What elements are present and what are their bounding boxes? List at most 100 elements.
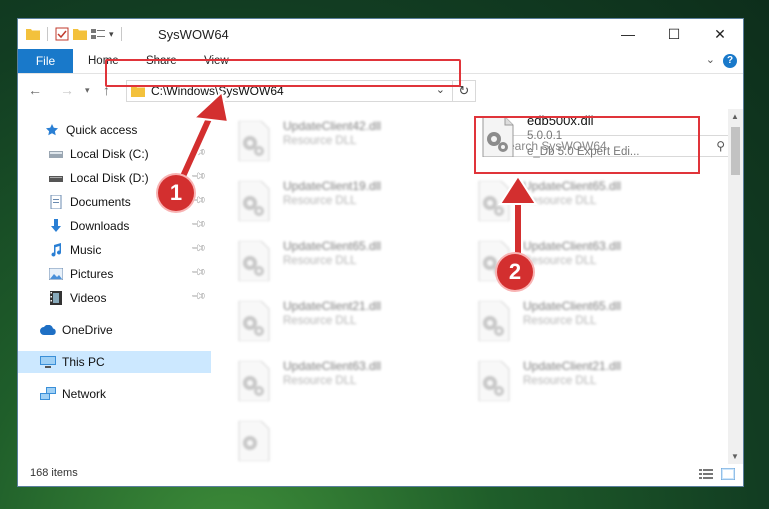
sidebar-item-label: Videos bbox=[70, 291, 107, 305]
file-name: UpdateClient42.dll bbox=[283, 119, 382, 133]
scroll-up-icon[interactable]: ▲ bbox=[731, 112, 739, 121]
sidebar-item-label: Quick access bbox=[66, 123, 138, 137]
status-bar: 168 items bbox=[18, 464, 743, 486]
dll-file-icon bbox=[238, 241, 270, 281]
sidebar-item-this-pc[interactable]: This PC bbox=[18, 351, 211, 373]
file-name: UpdateClient63.dll bbox=[283, 359, 382, 373]
item-count: 168 items bbox=[30, 467, 78, 479]
folder-icon[interactable] bbox=[26, 28, 40, 40]
file-highlight bbox=[474, 116, 700, 174]
pin-icon[interactable]: 📌︎ bbox=[190, 264, 207, 281]
network-icon bbox=[40, 387, 56, 401]
pin-icon[interactable]: 📌︎ bbox=[190, 288, 207, 305]
file-name: UpdateClient63.dll bbox=[523, 239, 622, 253]
file-type: Resource DLL bbox=[283, 255, 357, 267]
drive-icon bbox=[48, 171, 64, 185]
file-type: Resource DLL bbox=[523, 195, 597, 207]
new-folder-icon[interactable] bbox=[73, 28, 87, 40]
recent-locations-icon[interactable]: ▾ bbox=[85, 85, 90, 96]
sidebar-item-label: Documents bbox=[70, 195, 131, 209]
sidebar-item-label: OneDrive bbox=[62, 323, 113, 337]
navigation-pane: Quick access Local Disk (C:) 📌︎ Local Di… bbox=[18, 109, 211, 464]
step-badge-1: 1 bbox=[158, 175, 194, 211]
dll-file-icon bbox=[478, 181, 510, 221]
sidebar-item-label: Downloads bbox=[70, 219, 130, 233]
help-icon[interactable]: ? bbox=[723, 54, 737, 68]
sidebar-item-label: Music bbox=[70, 243, 102, 257]
file-name: UpdateClient65.dll bbox=[523, 179, 622, 193]
file-item[interactable]: UpdateClient19.dll Resource DLL bbox=[221, 175, 451, 225]
file-type: Resource DLL bbox=[523, 255, 597, 267]
sidebar-item-label: Local Disk (C:) bbox=[70, 147, 149, 161]
documents-icon bbox=[48, 195, 64, 209]
music-icon bbox=[48, 243, 64, 257]
sidebar-item-videos[interactable]: Videos 📌︎ bbox=[18, 287, 211, 309]
address-bar-highlight bbox=[105, 59, 461, 87]
dll-file-icon bbox=[238, 121, 270, 161]
pin-icon[interactable]: 📌︎ bbox=[190, 168, 207, 185]
dll-file-icon bbox=[238, 421, 270, 461]
pin-icon[interactable]: 📌︎ bbox=[190, 216, 207, 233]
window-title: SysWOW64 bbox=[158, 27, 229, 42]
sidebar-item-pictures[interactable]: Pictures 📌︎ bbox=[18, 263, 211, 285]
file-item[interactable]: UpdateClient63.dll Resource DLL bbox=[461, 235, 691, 285]
forward-arrow-icon[interactable]: → bbox=[60, 82, 74, 98]
pictures-icon bbox=[48, 267, 64, 281]
back-arrow-icon[interactable]: ← bbox=[28, 82, 42, 98]
sidebar-item-local-disk-c[interactable]: Local Disk (C:) 📌︎ bbox=[18, 143, 211, 165]
customize-icon[interactable] bbox=[91, 28, 105, 40]
sidebar-item-quick-access[interactable]: Quick access bbox=[18, 119, 211, 141]
minimize-button[interactable]: — bbox=[605, 19, 651, 49]
dll-file-icon bbox=[478, 301, 510, 341]
file-type: Resource DLL bbox=[523, 315, 597, 327]
toolbar-separator bbox=[120, 27, 122, 41]
sidebar-item-music[interactable]: Music 📌︎ bbox=[18, 239, 211, 261]
dll-file-icon bbox=[238, 181, 270, 221]
file-item[interactable] bbox=[221, 415, 451, 461]
file-item[interactable]: UpdateClient65.dll Resource DLL bbox=[221, 235, 451, 285]
file-name: UpdateClient65.dll bbox=[283, 239, 382, 253]
file-type: Resource DLL bbox=[283, 195, 357, 207]
file-type: Resource DLL bbox=[523, 375, 597, 387]
file-name: UpdateClient19.dll bbox=[283, 179, 382, 193]
tab-file[interactable]: File bbox=[18, 49, 73, 73]
vertical-scrollbar[interactable]: ▲ ▼ bbox=[728, 109, 743, 464]
file-item[interactable]: UpdateClient21.dll Resource DLL bbox=[221, 295, 451, 345]
cloud-icon bbox=[40, 323, 56, 337]
sidebar-item-onedrive[interactable]: OneDrive bbox=[18, 319, 211, 341]
file-item[interactable]: UpdateClient42.dll Resource DLL bbox=[221, 115, 451, 165]
scroll-down-icon[interactable]: ▼ bbox=[731, 452, 739, 461]
sidebar-item-label: Pictures bbox=[70, 267, 114, 281]
computer-icon bbox=[40, 355, 56, 369]
file-name: UpdateClient21.dll bbox=[523, 359, 622, 373]
expand-ribbon-icon[interactable]: ⌄ bbox=[706, 53, 715, 66]
file-type: Resource DLL bbox=[283, 315, 357, 327]
sidebar-item-label: Network bbox=[62, 387, 107, 401]
pin-icon[interactable]: 📌︎ bbox=[190, 240, 207, 257]
chevron-down-icon[interactable]: ▾ bbox=[109, 29, 114, 40]
scroll-thumb[interactable] bbox=[731, 127, 740, 175]
large-icons-view-icon[interactable] bbox=[721, 468, 735, 480]
sidebar-item-label: This PC bbox=[62, 355, 105, 369]
videos-icon bbox=[48, 291, 64, 305]
maximize-button[interactable]: ☐ bbox=[651, 19, 697, 49]
file-item[interactable]: UpdateClient21.dll Resource DLL bbox=[461, 355, 691, 405]
explorer-window: ▾ SysWOW64 — ☐ ✕ File Home Share View ⌄ … bbox=[17, 18, 744, 487]
sidebar-item-network[interactable]: Network bbox=[18, 383, 211, 405]
file-type: Resource DLL bbox=[283, 375, 357, 387]
details-view-icon[interactable] bbox=[699, 468, 713, 480]
file-item[interactable]: UpdateClient65.dll Resource DLL bbox=[461, 295, 691, 345]
downloads-icon bbox=[48, 219, 64, 233]
dll-file-icon bbox=[238, 361, 270, 401]
drive-icon bbox=[48, 147, 64, 161]
step-badge-2: 2 bbox=[497, 254, 533, 290]
sidebar-item-downloads[interactable]: Downloads 📌︎ bbox=[18, 215, 211, 237]
properties-icon[interactable] bbox=[55, 27, 69, 41]
pin-icon[interactable]: 📌︎ bbox=[190, 144, 207, 161]
quick-access-toolbar: ▾ bbox=[26, 27, 125, 41]
star-icon bbox=[44, 123, 60, 137]
file-name: UpdateClient65.dll bbox=[523, 299, 622, 313]
file-item[interactable]: UpdateClient65.dll Resource DLL bbox=[461, 175, 691, 225]
close-button[interactable]: ✕ bbox=[697, 19, 743, 49]
file-item[interactable]: UpdateClient63.dll Resource DLL bbox=[221, 355, 451, 405]
